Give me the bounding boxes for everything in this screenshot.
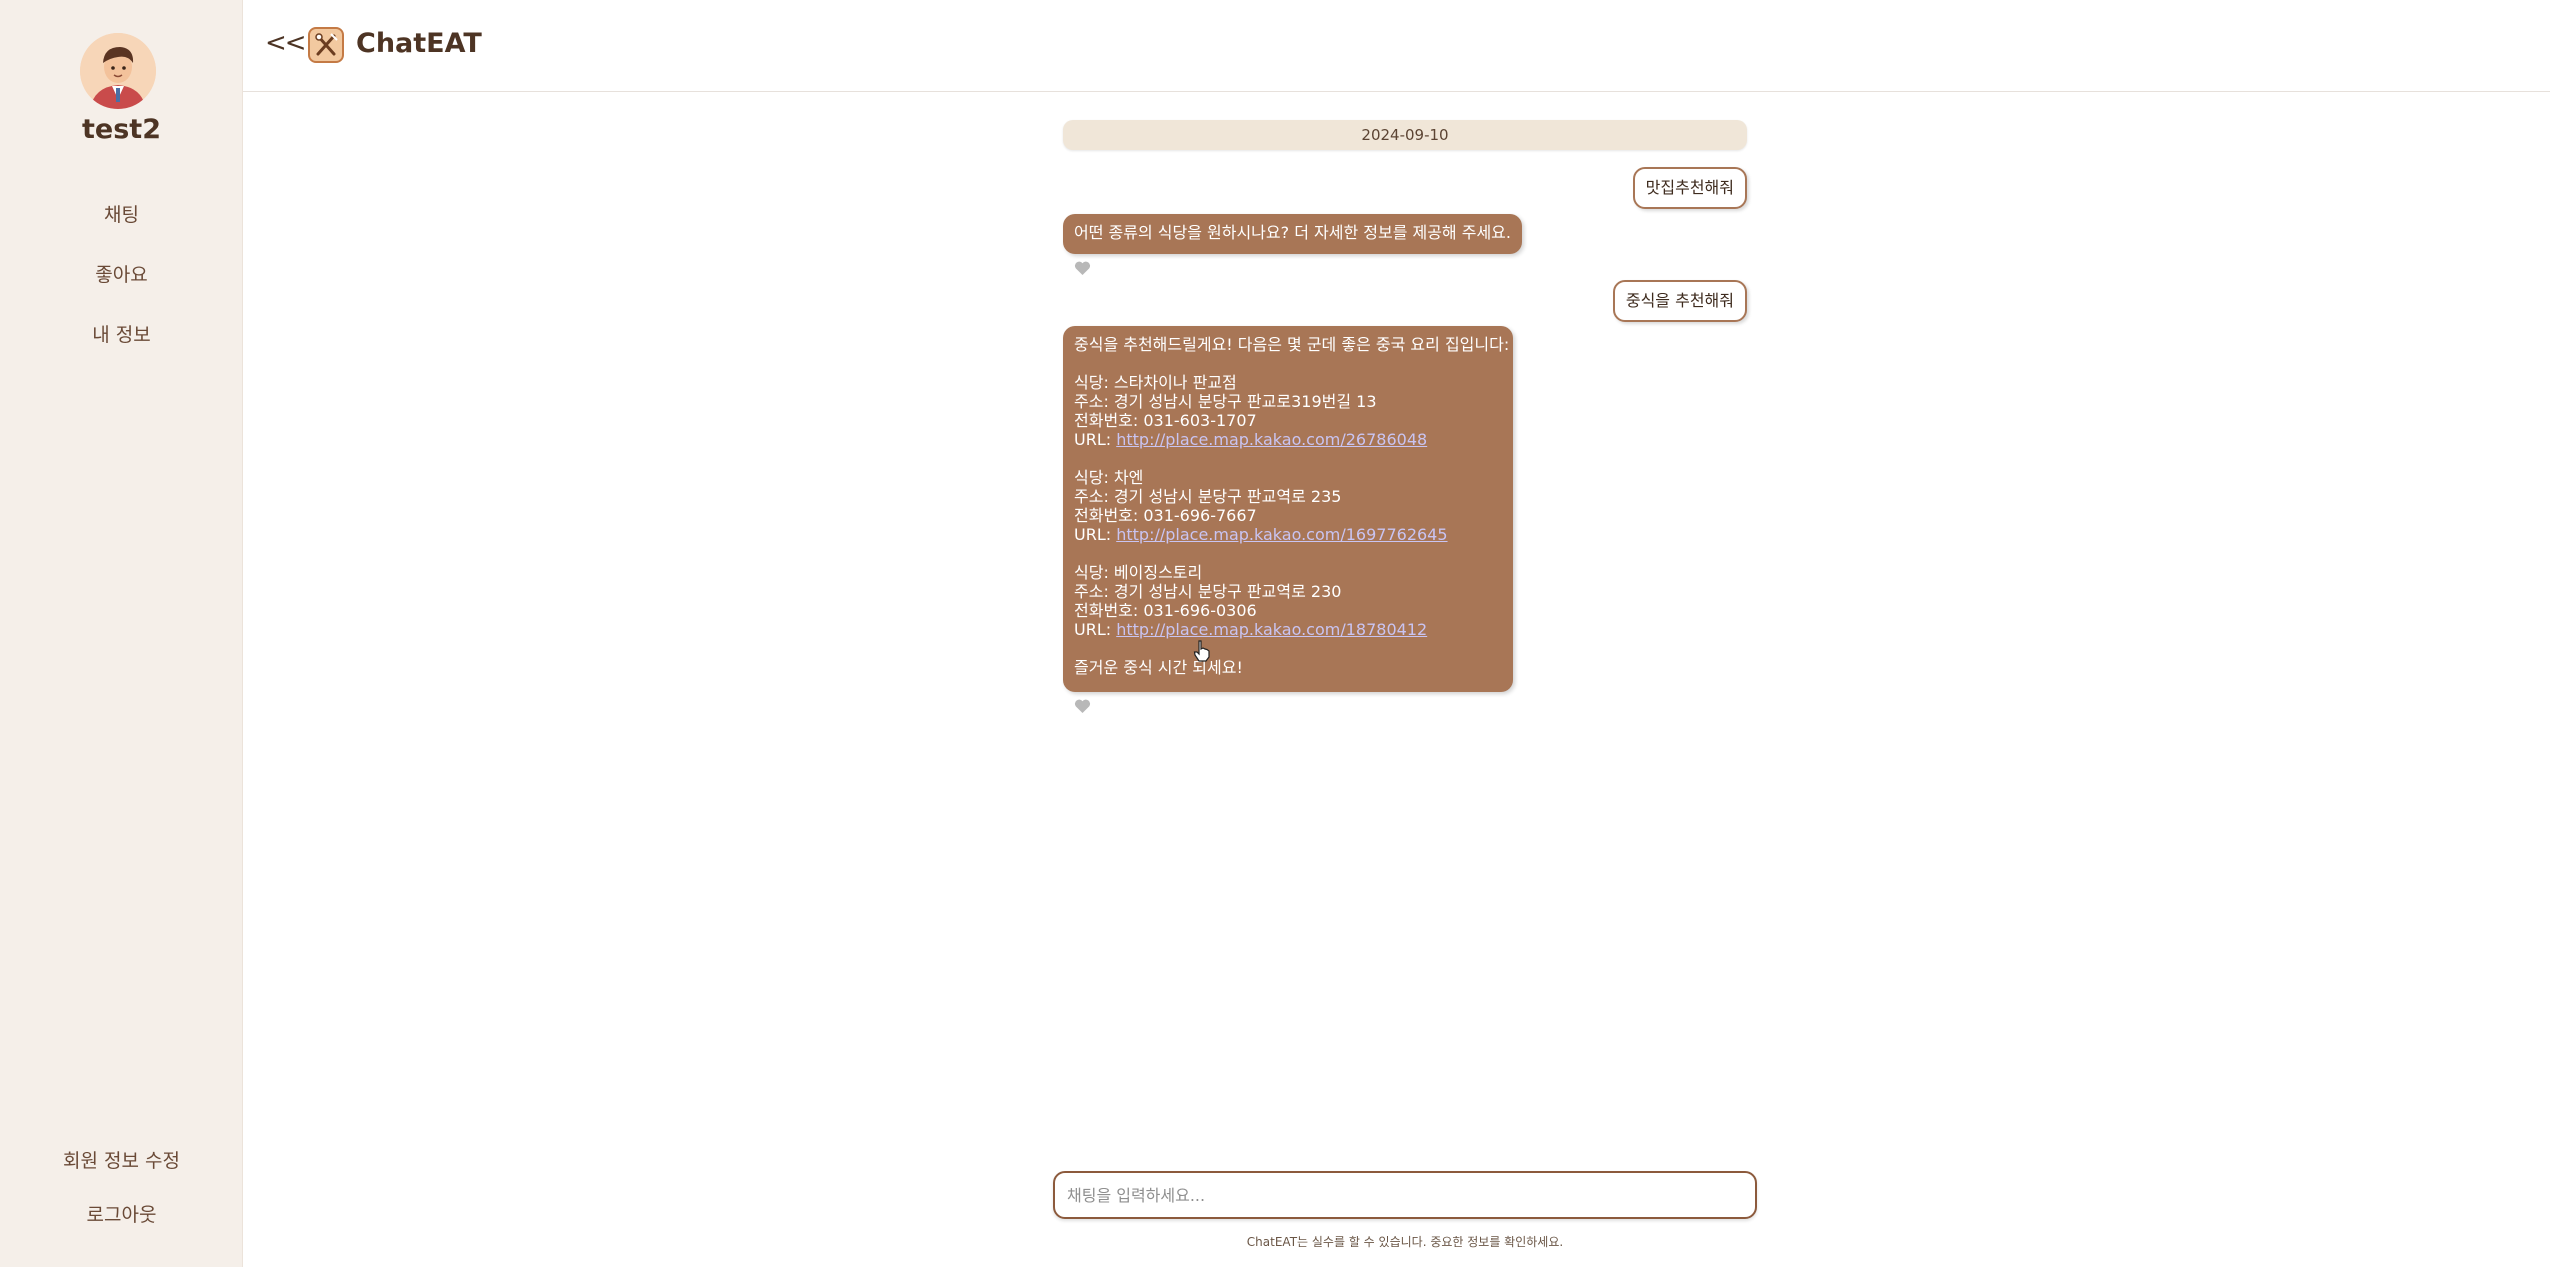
chat-input-box[interactable] [1053, 1171, 1757, 1219]
nav-my-info[interactable]: 내 정보 [0, 320, 243, 347]
restaurant-name: 식당: 차엔 [1074, 468, 1144, 487]
restaurant-address: 주소: 경기 성남시 분당구 판교역로 235 [1074, 487, 1342, 506]
edit-profile-link[interactable]: 회원 정보 수정 [0, 1146, 243, 1173]
sidebar: test2 채팅 좋아요 내 정보 회원 정보 수정 로그아웃 [0, 0, 243, 1267]
restaurant-phone: 전화번호: 031-603-1707 [1074, 411, 1257, 430]
url-label: URL: [1074, 620, 1117, 639]
avatar[interactable] [80, 33, 156, 109]
collapse-sidebar-button[interactable]: << [265, 28, 307, 58]
bot-message-intro: 중식을 추천해드릴게요! 다음은 몇 군데 좋은 중국 요리 집입니다: [1074, 335, 1510, 354]
username: test2 [82, 114, 161, 145]
logout-link[interactable]: 로그아웃 [0, 1200, 243, 1227]
restaurant-url-line: URL: http://place.map.kakao.com/26786048 [1074, 430, 1502, 449]
user-message: 맛집추천해줘 [1632, 167, 1747, 209]
fork-spoon-logo-icon [308, 27, 344, 63]
like-heart-icon[interactable] [1074, 699, 1091, 714]
bot-message: 어떤 종류의 식당을 원하시나요? 더 자세한 정보를 제공해 주세요. [1063, 214, 1522, 254]
restaurant-name: 식당: 스타차이나 판교점 [1074, 373, 1237, 392]
restaurant-address: 주소: 경기 성남시 분당구 판교역로 230 [1074, 582, 1342, 601]
restaurant-name: 식당: 베이징스토리 [1074, 563, 1203, 582]
nav-likes[interactable]: 좋아요 [0, 260, 243, 287]
user-message: 중식을 추천해줘 [1612, 280, 1747, 322]
url-label: URL: [1074, 430, 1117, 449]
restaurant-url-link[interactable]: http://place.map.kakao.com/18780412 [1116, 620, 1427, 639]
main-area: << ChatEAT 2024-09-10 맛집추천해줘 어떤 종류의 식당을 … [243, 0, 2550, 1267]
bot-message-text: 어떤 종류의 식당을 원하시나요? 더 자세한 정보를 제공해 주세요. [1074, 223, 1511, 242]
restaurant-url-link[interactable]: http://place.map.kakao.com/26786048 [1116, 430, 1427, 449]
restaurant-url-line: URL: http://place.map.kakao.com/16977626… [1074, 525, 1502, 544]
restaurant-address: 주소: 경기 성남시 분당구 판교로319번길 13 [1074, 392, 1377, 411]
bot-message: 중식을 추천해드릴게요! 다음은 몇 군데 좋은 중국 요리 집입니다: 식당:… [1063, 326, 1513, 692]
user-avatar-icon [80, 33, 156, 109]
disclaimer-text: ChatEAT는 실수를 할 수 있습니다. 중요한 정보를 확인하세요. [1246, 1235, 1564, 1249]
header: << ChatEAT [243, 0, 2550, 92]
bot-message-outro: 즐거운 중식 시간 되세요! [1074, 658, 1243, 677]
url-label: URL: [1074, 525, 1117, 544]
date-divider: 2024-09-10 [1063, 120, 1747, 150]
like-heart-icon[interactable] [1074, 261, 1091, 276]
hand-pointer-icon [1193, 640, 1211, 662]
restaurant-phone: 전화번호: 031-696-7667 [1074, 506, 1257, 525]
app-title: ChatEAT [356, 28, 482, 59]
nav-chat[interactable]: 채팅 [0, 200, 243, 227]
restaurant-url-link[interactable]: http://place.map.kakao.com/1697762645 [1116, 525, 1447, 544]
restaurant-phone: 전화번호: 031-696-0306 [1074, 601, 1257, 620]
restaurant-url-line: URL: http://place.map.kakao.com/18780412 [1074, 620, 1502, 639]
chat-input[interactable] [1055, 1173, 1755, 1217]
